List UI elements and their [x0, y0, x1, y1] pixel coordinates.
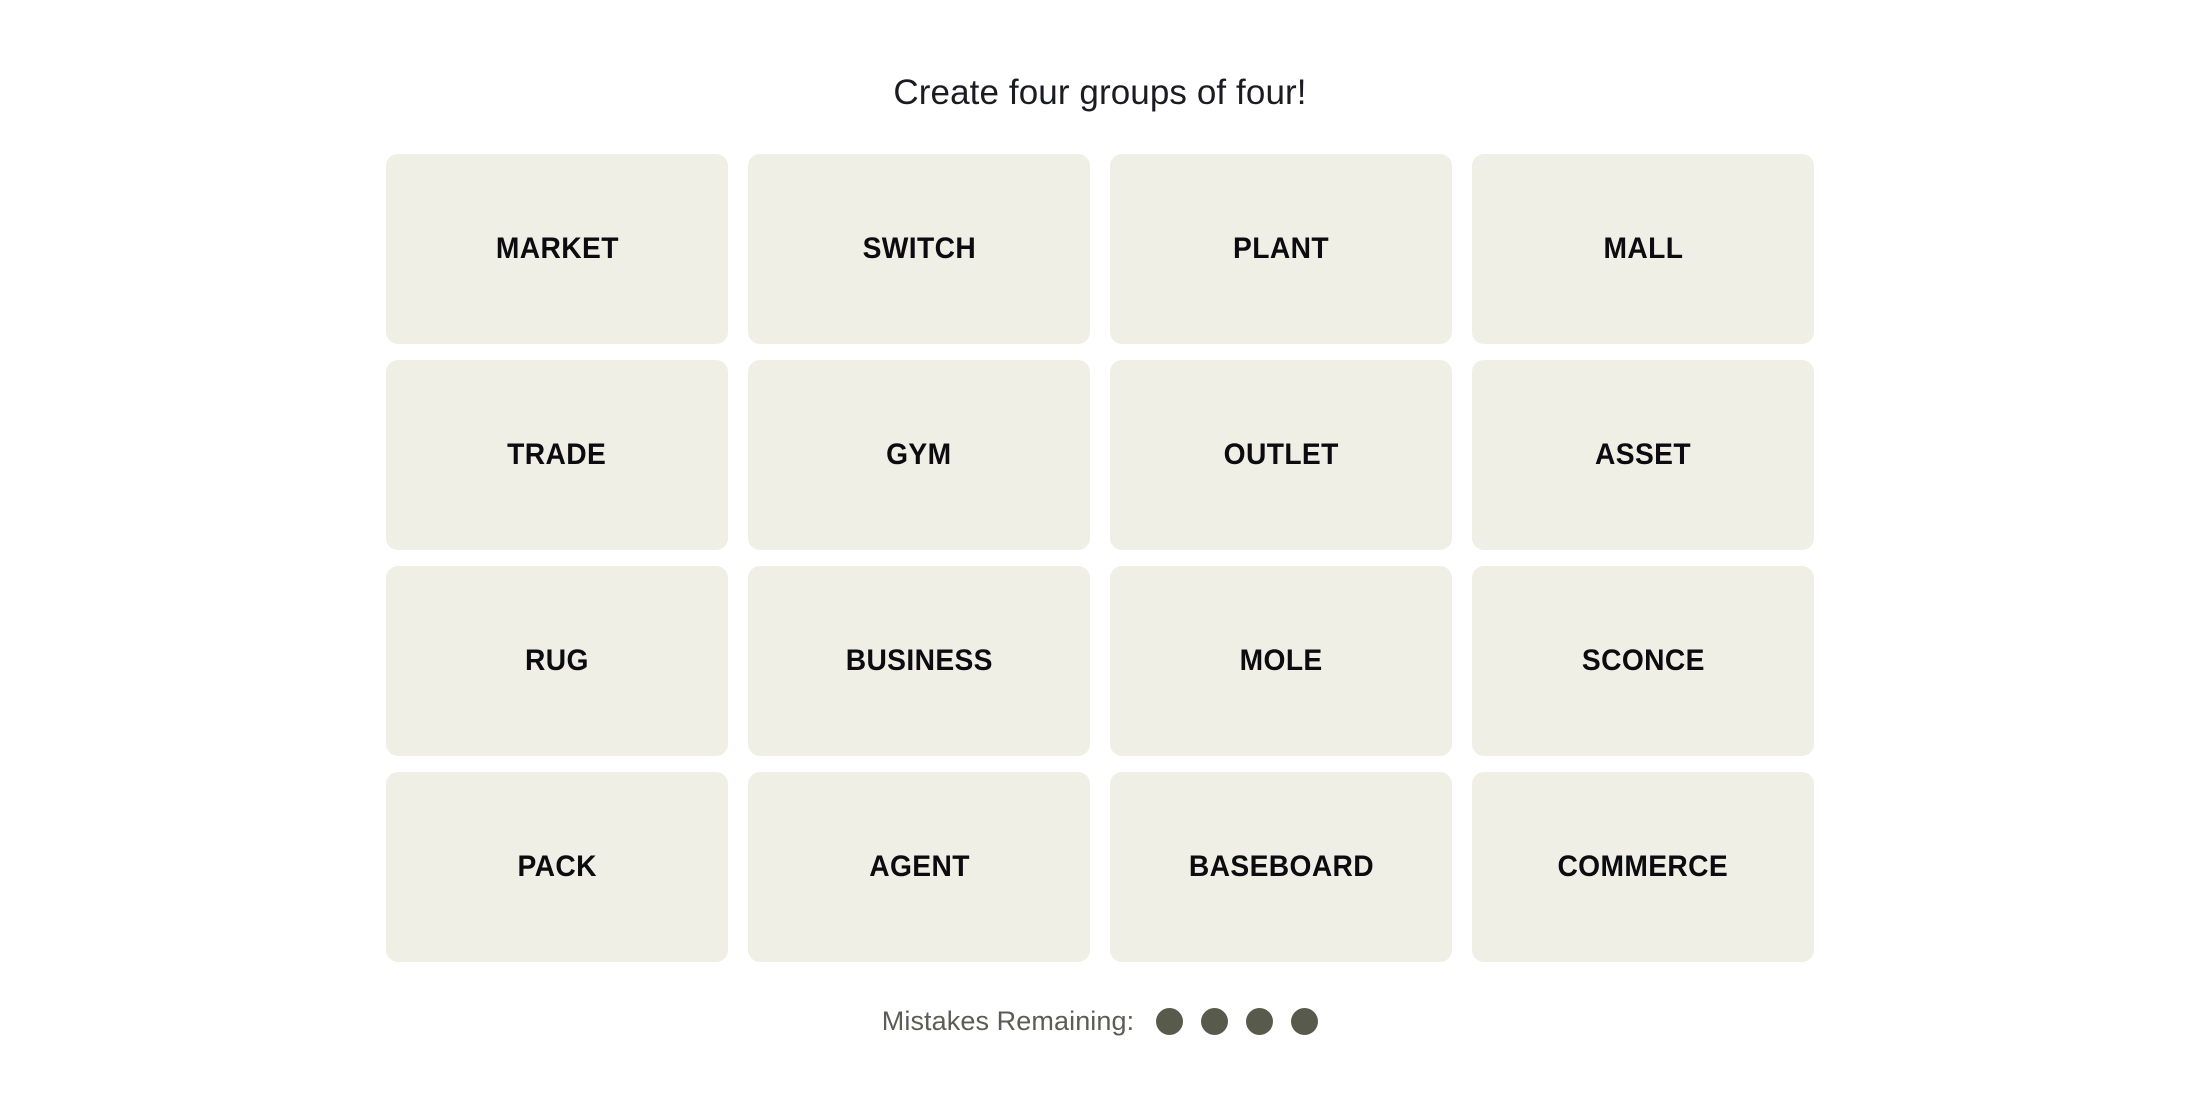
word-tile[interactable]: SWITCH	[748, 154, 1090, 344]
mistake-dot	[1201, 1008, 1229, 1035]
word-tile-label: COMMERCE	[1557, 850, 1729, 883]
word-tile[interactable]: PACK	[386, 772, 728, 962]
word-tile-label: SWITCH	[862, 232, 976, 265]
mistake-dot	[1291, 1008, 1319, 1035]
word-tile-label: GYM	[886, 438, 952, 471]
word-tile[interactable]: BUSINESS	[748, 566, 1090, 756]
word-tile-label: MALL	[1603, 232, 1683, 265]
word-tile[interactable]: GYM	[748, 360, 1090, 550]
word-tile[interactable]: TRADE	[386, 360, 728, 550]
word-tile[interactable]: COMMERCE	[1472, 772, 1814, 962]
word-tile-label: BUSINESS	[845, 644, 993, 677]
mistakes-remaining-label: Mistakes Remaining:	[881, 1006, 1135, 1036]
mistake-dot-group	[1156, 1008, 1319, 1035]
word-tile-label: RUG	[525, 644, 589, 677]
page-title: Create four groups of four!	[893, 73, 1307, 112]
word-tile[interactable]: MARKET	[386, 154, 728, 344]
word-tile-label: OUTLET	[1223, 438, 1339, 471]
word-tile[interactable]: ASSET	[1472, 360, 1814, 550]
word-tile[interactable]: OUTLET	[1110, 360, 1452, 550]
word-tile[interactable]: PLANT	[1110, 154, 1452, 344]
word-tile[interactable]: MOLE	[1110, 566, 1452, 756]
mistake-dot	[1156, 1008, 1184, 1035]
word-tile-label: MARKET	[495, 232, 619, 265]
word-tile-grid: MARKET SWITCH PLANT MALL TRADE GYM OUTLE…	[386, 154, 1814, 962]
word-tile-label: PLANT	[1233, 232, 1329, 265]
connections-game-board: Create four groups of four! MARKET SWITC…	[0, 0, 2200, 1100]
word-tile[interactable]: MALL	[1472, 154, 1814, 344]
word-tile-label: PACK	[517, 850, 597, 883]
word-tile-label: ASSET	[1595, 438, 1691, 471]
word-tile[interactable]: BASEBOARD	[1110, 772, 1452, 962]
word-tile-label: MOLE	[1239, 644, 1323, 677]
mistake-dot	[1246, 1008, 1274, 1035]
mistakes-remaining-bar: Mistakes Remaining:	[882, 1006, 1319, 1037]
word-tile-label: AGENT	[868, 850, 970, 883]
word-tile[interactable]: AGENT	[748, 772, 1090, 962]
word-tile[interactable]: RUG	[386, 566, 728, 756]
word-tile-label: BASEBOARD	[1188, 850, 1374, 883]
word-tile-label: SCONCE	[1581, 644, 1705, 677]
word-tile[interactable]: SCONCE	[1472, 566, 1814, 756]
word-tile-label: TRADE	[507, 438, 607, 471]
